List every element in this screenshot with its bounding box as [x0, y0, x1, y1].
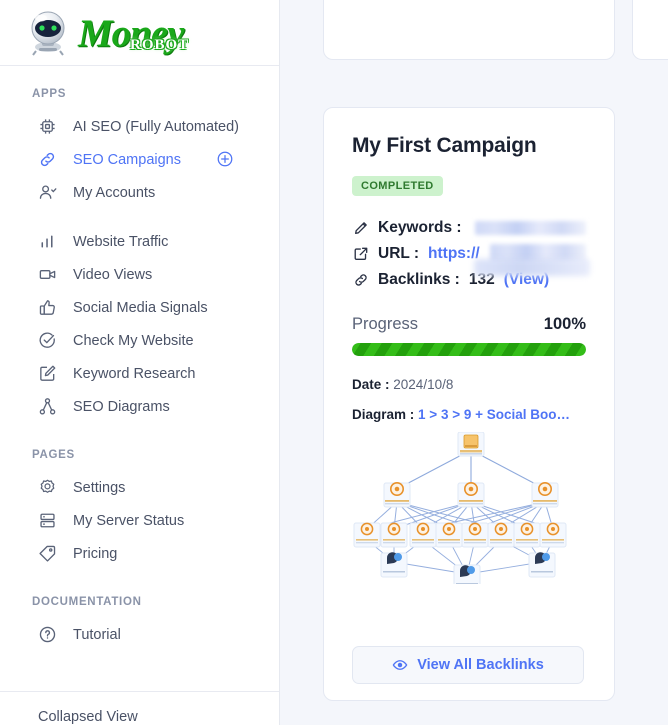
campaign-card-right-column[interactable] — [632, 0, 668, 60]
sidebar: Money ROBOT APPS AI SEO (Fully Automated… — [0, 0, 280, 725]
nav-section-apps-label: APPS — [32, 88, 67, 100]
sidebar-item-video-views[interactable]: Video Views — [0, 258, 279, 291]
check-circle-icon — [38, 331, 57, 350]
sidebar-item-label: Tutorial — [73, 626, 121, 643]
sidebar-item-my-server-status[interactable]: My Server Status — [0, 504, 279, 537]
keywords-row: Keywords : — [352, 217, 586, 238]
nav-section-documentation-label: DOCUMENTATION — [32, 596, 142, 608]
sidebar-item-check-my-website[interactable]: Check My Website — [0, 324, 279, 357]
keywords-value-redacted — [474, 220, 586, 235]
keywords-label: Keywords : — [378, 218, 462, 236]
diagram-value-link[interactable]: 1 > 3 > 9 + Social Boo… — [418, 407, 570, 422]
user-check-icon — [38, 183, 57, 202]
robot-head-icon — [31, 11, 65, 56]
plus-circle-icon[interactable] — [216, 150, 234, 168]
sidebar-nav: APPS AI SEO (Fully Automated) SEO Campai… — [0, 66, 279, 691]
sidebar-footer-label: Collapsed View — [38, 709, 138, 725]
sidebar-item-label: Video Views — [73, 266, 153, 283]
eye-icon — [392, 657, 408, 673]
view-all-backlinks-button[interactable]: View All Backlinks — [352, 646, 584, 684]
sidebar-item-label: My Accounts — [73, 184, 156, 201]
external-link-icon — [352, 245, 369, 262]
thumbs-up-icon — [38, 298, 57, 317]
url-row: URL : https:// — [352, 243, 590, 276]
sidebar-item-label: AI SEO (Fully Automated) — [73, 118, 240, 135]
sidebar-item-label: SEO Campaigns — [73, 151, 181, 168]
sidebar-item-label: Social Media Signals — [73, 299, 208, 316]
sitemap-icon — [38, 397, 57, 416]
progress-bar-fill — [352, 343, 586, 356]
sidebar-item-keyword-research[interactable]: Keyword Research — [0, 357, 279, 390]
brand-logo[interactable]: Money ROBOT — [0, 0, 279, 66]
campaign-meta: Keywords : URL : https:// Backlinks: 13… — [352, 217, 590, 290]
date-label: Date : — [352, 377, 390, 392]
sidebar-item-pricing[interactable]: Pricing — [0, 537, 279, 570]
brand-name-secondary: ROBOT — [130, 37, 190, 53]
sidebar-item-label: Website Traffic — [73, 233, 169, 250]
sidebar-item-tutorial[interactable]: Tutorial — [0, 618, 279, 651]
diagram-nodes-tier3 — [353, 522, 567, 548]
sidebar-item-my-accounts[interactable]: My Accounts — [0, 176, 279, 209]
question-circle-icon — [38, 625, 57, 644]
diagram-preview[interactable] — [352, 432, 586, 584]
diagram-nodes-tier2 — [383, 481, 559, 508]
app-root: Money ROBOT APPS AI SEO (Fully Automated… — [0, 0, 668, 725]
url-label: URL : — [378, 244, 420, 262]
campaign-card[interactable]: My First Campaign COMPLETED Keywords : U… — [323, 107, 615, 701]
progress-header: Progress 100% — [352, 315, 586, 334]
backlinks-label: Backlinks : — [378, 270, 460, 288]
diagram-node-tier1 — [457, 432, 485, 457]
sidebar-collapsed-view-toggle[interactable]: Collapsed View — [0, 691, 279, 725]
video-camera-icon — [38, 265, 57, 284]
diagram-preview-svg — [353, 432, 567, 584]
page-title: My First Campaign — [352, 134, 537, 157]
sidebar-item-label: Pricing — [73, 545, 118, 562]
view-all-backlinks-label: View All Backlinks — [417, 657, 544, 673]
campaign-card-previous[interactable] — [323, 0, 615, 60]
link-chain-icon — [38, 150, 57, 169]
sidebar-item-label: SEO Diagrams — [73, 398, 170, 415]
edit-square-icon — [38, 364, 57, 383]
date-row: Date : 2024/10/8 — [352, 377, 586, 392]
sidebar-item-seo-campaigns[interactable]: SEO Campaigns — [0, 143, 279, 176]
url-value-redacted-overflow — [474, 259, 590, 276]
url-value[interactable]: https:// — [428, 245, 480, 263]
sidebar-item-label: Settings — [73, 479, 126, 496]
sidebar-item-label: Check My Website — [73, 332, 194, 349]
sidebar-item-website-traffic[interactable]: Website Traffic — [0, 225, 279, 258]
gear-icon — [38, 478, 57, 497]
sidebar-item-label: Keyword Research — [73, 365, 196, 382]
pencil-icon — [352, 219, 369, 236]
diagram-row: Diagram : 1 > 3 > 9 + Social Boo… — [352, 407, 586, 422]
sidebar-item-seo-diagrams[interactable]: SEO Diagrams — [0, 390, 279, 423]
bar-chart-icon — [38, 232, 57, 251]
progress-label: Progress — [352, 315, 419, 333]
tag-icon — [38, 544, 57, 563]
sidebar-item-ai-seo[interactable]: AI SEO (Fully Automated) — [0, 110, 279, 143]
main-content: My First Campaign COMPLETED Keywords : U… — [280, 0, 668, 725]
date-value: 2024/10/8 — [393, 377, 454, 392]
sidebar-item-social-media-signals[interactable]: Social Media Signals — [0, 291, 279, 324]
chip-icon — [38, 117, 57, 136]
server-icon — [38, 511, 57, 530]
link-chain-icon — [352, 271, 369, 288]
sidebar-item-settings[interactable]: Settings — [0, 471, 279, 504]
progress-value: 100% — [543, 315, 586, 333]
sidebar-item-label: My Server Status — [73, 512, 185, 529]
diagram-label: Diagram : — [352, 407, 415, 422]
diagram-nodes-social — [380, 552, 556, 584]
status-badge: COMPLETED — [352, 176, 443, 196]
progress-bar — [352, 343, 586, 356]
nav-section-pages-label: PAGES — [32, 449, 75, 461]
